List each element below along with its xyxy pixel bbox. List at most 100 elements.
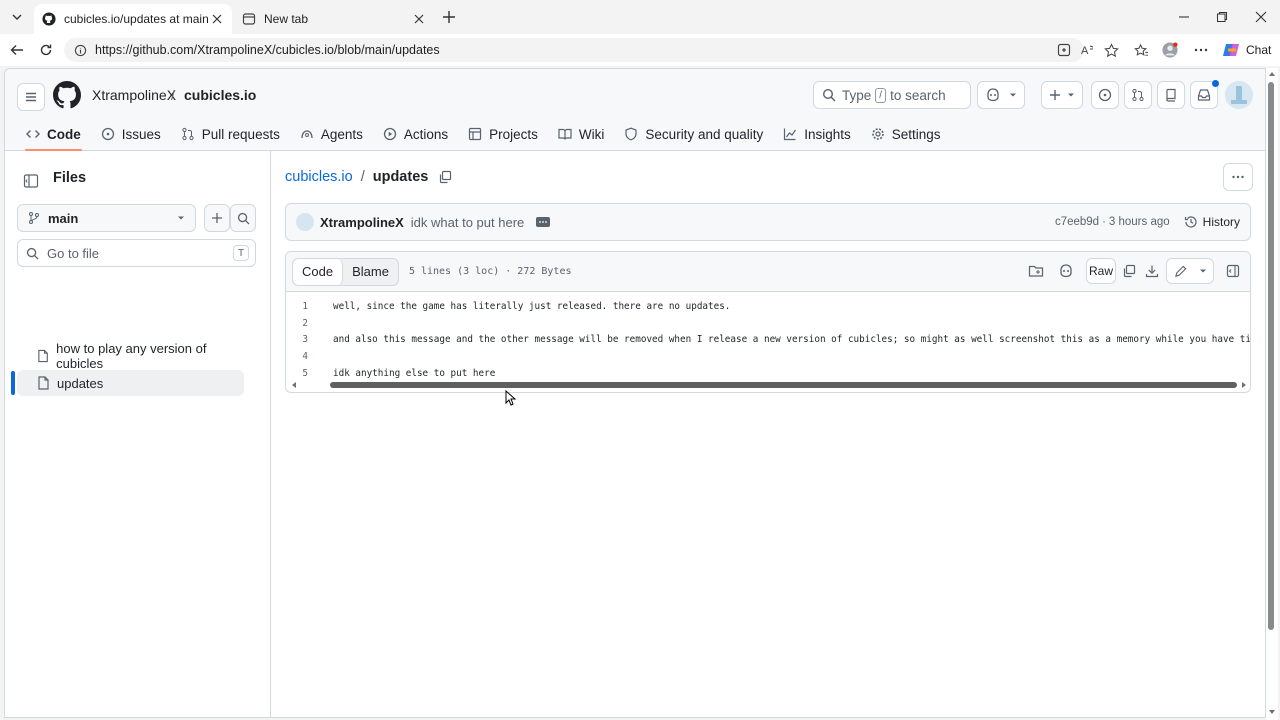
refresh-icon[interactable] xyxy=(37,41,55,59)
tab-actions-label: Actions xyxy=(403,126,449,142)
scroll-down-arrow-icon xyxy=(1269,710,1275,714)
hamburger-menu-icon[interactable] xyxy=(17,83,45,111)
svg-text:A: A xyxy=(1081,45,1089,57)
copilot-ask-icon[interactable] xyxy=(1054,258,1078,284)
new-tab-plus-icon[interactable] xyxy=(440,8,458,26)
tab-issues[interactable]: Issues xyxy=(92,119,170,149)
chevron-down-icon xyxy=(1010,93,1016,97)
code-line: 5 idk anything else to put here xyxy=(286,365,1250,382)
github-page: XtrampolineX / cubicles.io Type / to sea… xyxy=(4,68,1266,718)
line-number[interactable]: 4 xyxy=(286,351,322,362)
commit-time: 3 hours ago xyxy=(1108,216,1170,228)
symbols-panel-icon[interactable] xyxy=(1024,258,1048,284)
line-number[interactable]: 3 xyxy=(286,334,322,345)
repositories-icon[interactable] xyxy=(1157,81,1185,109)
tab-agents-label: Agents xyxy=(320,126,363,142)
read-aloud-icon[interactable]: A xyxy=(1080,42,1096,58)
path-repo-link[interactable]: cubicles.io xyxy=(285,169,353,185)
copy-path-icon[interactable] xyxy=(438,170,452,184)
app-available-icon[interactable] xyxy=(1056,42,1072,58)
pull-requests-icon[interactable] xyxy=(1124,81,1152,109)
minimize-icon[interactable] xyxy=(1175,8,1193,26)
download-icon[interactable] xyxy=(1141,258,1163,284)
line-number[interactable]: 2 xyxy=(286,318,322,329)
chat-label: Chat xyxy=(1246,43,1272,57)
copilot-icon xyxy=(1223,44,1239,56)
tab-agents[interactable]: Agents xyxy=(291,119,372,149)
line-number[interactable]: 5 xyxy=(286,368,322,379)
user-avatar[interactable] xyxy=(1225,81,1253,109)
issues-icon[interactable] xyxy=(1091,81,1119,109)
browser-tabbar: cubicles.io/updates at main · Xtrampolin… xyxy=(0,0,1280,34)
tab-close-icon[interactable] xyxy=(210,12,224,26)
browser-toolbar: https://github.com/XtrampolineX/cubicles… xyxy=(0,34,1280,66)
repo-link[interactable]: cubicles.io xyxy=(184,87,256,103)
copilot-chat-button[interactable]: Chat xyxy=(1222,39,1271,61)
restore-icon[interactable] xyxy=(1213,8,1231,26)
back-arrow-icon[interactable] xyxy=(8,41,26,59)
line-number[interactable]: 1 xyxy=(286,301,322,312)
edit-file-button[interactable] xyxy=(1166,258,1214,284)
collapse-sidebar-icon[interactable] xyxy=(17,167,45,195)
chevron-down-icon xyxy=(1199,269,1206,273)
code-area[interactable]: 1 well, since the game has literally jus… xyxy=(286,292,1250,381)
expand-commit-ellipsis-icon[interactable] xyxy=(536,217,551,227)
tab-actions[interactable]: Actions xyxy=(374,119,457,149)
table-icon xyxy=(469,127,482,141)
go-to-file-shortcut: T xyxy=(233,245,249,261)
browser-tab-inactive[interactable]: New tab xyxy=(234,4,434,34)
search-files-button[interactable] xyxy=(230,204,256,232)
browser-tab-active[interactable]: cubicles.io/updates at main · Xtrampolin… xyxy=(34,4,232,34)
vertical-scrollbar[interactable] xyxy=(1266,68,1278,720)
tree-file-updates[interactable]: updates xyxy=(17,370,244,396)
add-file-button[interactable] xyxy=(204,204,230,232)
tab-code[interactable]: Code xyxy=(17,119,90,151)
tab-security-label: Security and quality xyxy=(645,126,764,142)
search-input[interactable]: Type / to search xyxy=(813,81,971,109)
commit-author-avatar[interactable] xyxy=(296,213,314,231)
tab-projects[interactable]: Projects xyxy=(459,119,547,149)
go-to-file-input[interactable]: Go to file T xyxy=(17,239,256,267)
commit-author[interactable]: XtrampolineX xyxy=(320,215,404,230)
copilot-menu-button[interactable] xyxy=(977,81,1025,109)
commit-sha[interactable]: c7eeb9d xyxy=(1055,216,1099,228)
horizontal-scroll-thumb[interactable] xyxy=(330,382,1237,388)
tab-close-icon[interactable] xyxy=(412,12,426,26)
more-dots-icon[interactable] xyxy=(1193,42,1209,58)
code-view-button[interactable]: Code xyxy=(293,258,344,285)
branch-selector[interactable]: main xyxy=(17,204,196,232)
tab-projects-label: Projects xyxy=(489,126,538,142)
blame-view-button[interactable]: Blame xyxy=(343,259,398,285)
profile-avatar-icon[interactable] xyxy=(1162,42,1178,58)
url-field[interactable]: https://github.com/XtrampolineX/cubicles… xyxy=(64,38,1084,62)
raw-button[interactable]: Raw xyxy=(1086,258,1116,284)
tab-pull-requests[interactable]: Pull requests xyxy=(172,119,289,149)
files-title: Files xyxy=(53,170,87,186)
tab-insights[interactable]: Insights xyxy=(774,119,860,149)
owner-link[interactable]: XtrampolineX xyxy=(92,87,176,103)
window-close-icon[interactable] xyxy=(1252,8,1270,26)
view-mode-toggle: Code Blame xyxy=(292,257,399,286)
tab-settings[interactable]: Settings xyxy=(862,119,950,149)
favorites-icon[interactable] xyxy=(1133,42,1149,58)
site-info-icon[interactable] xyxy=(74,44,87,57)
issue-icon xyxy=(101,127,114,141)
file-meta: 5 lines (3 loc) · 272 Bytes xyxy=(408,266,572,277)
commit-message[interactable]: idk what to put here xyxy=(411,215,524,230)
tab-wiki[interactable]: Wiki xyxy=(549,119,614,149)
mouse-cursor-icon xyxy=(505,390,517,406)
github-logo-icon[interactable] xyxy=(53,81,81,109)
tree-file-how-to-play[interactable]: how to play any version of cubicles xyxy=(17,341,244,371)
copy-raw-icon[interactable] xyxy=(1118,258,1140,284)
tab-security[interactable]: Security and quality xyxy=(615,119,772,149)
symbols-sidebar-icon[interactable] xyxy=(1222,258,1244,284)
more-options-kebab-icon[interactable] xyxy=(1223,163,1253,191)
vertical-scroll-thumb[interactable] xyxy=(1268,82,1274,630)
tab-actions-chevron-icon[interactable] xyxy=(6,6,28,28)
search-suffix: to search xyxy=(890,87,946,103)
favorite-star-icon[interactable] xyxy=(1103,42,1119,58)
history-label: History xyxy=(1202,215,1240,229)
history-button[interactable]: History xyxy=(1184,215,1240,229)
horizontal-scrollbar[interactable] xyxy=(290,380,1248,390)
create-new-button[interactable] xyxy=(1041,81,1083,109)
